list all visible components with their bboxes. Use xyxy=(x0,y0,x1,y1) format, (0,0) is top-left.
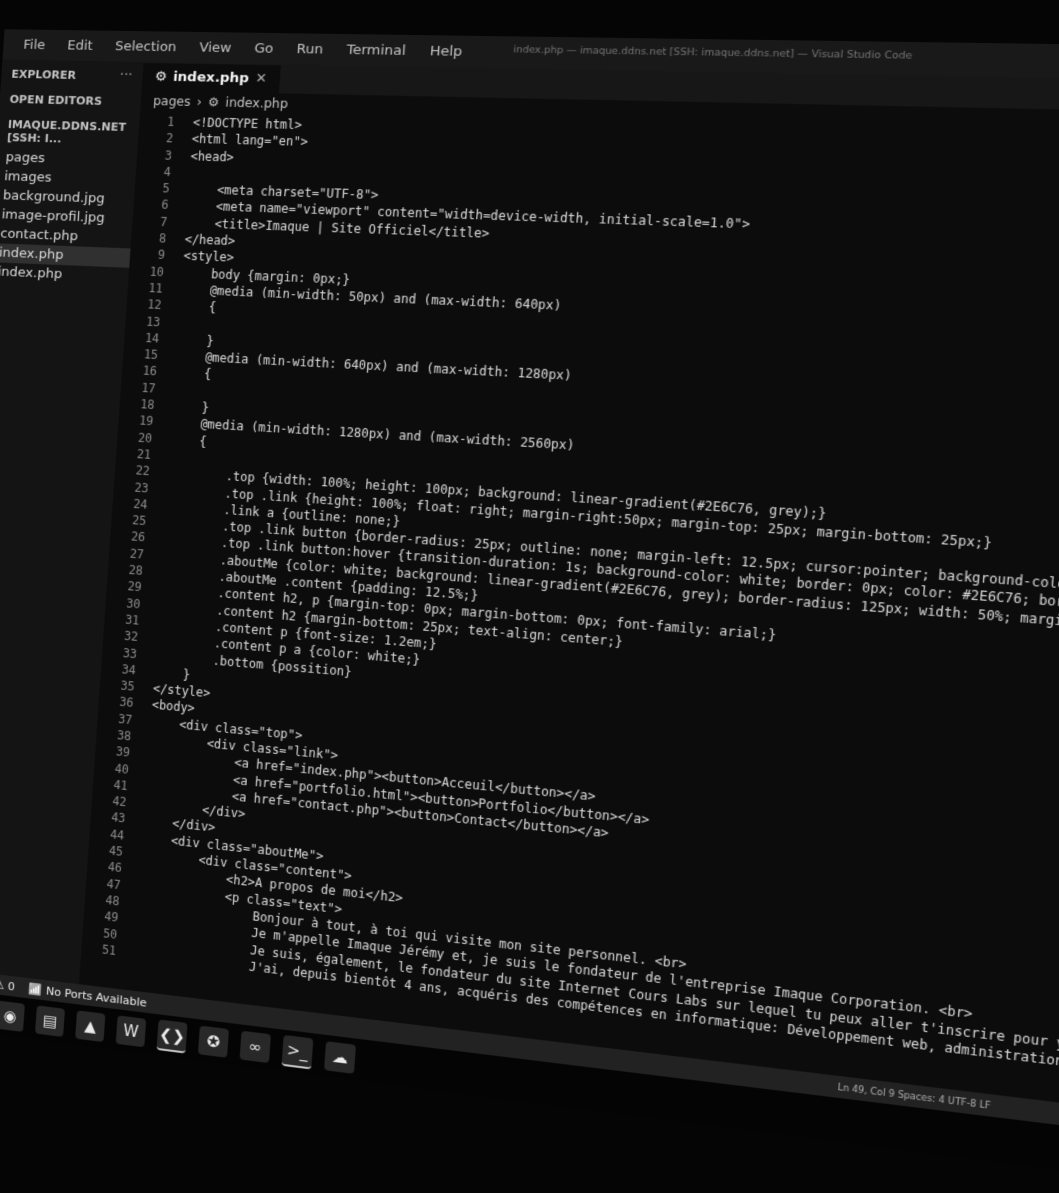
tab-label: index.php xyxy=(172,69,250,87)
breadcrumb-file[interactable]: index.php xyxy=(225,95,289,111)
php-file-icon: ⚙ xyxy=(207,94,220,110)
line-number: 6 xyxy=(160,197,170,213)
menu-item-help[interactable]: Help xyxy=(429,43,463,59)
menu-item-terminal[interactable]: Terminal xyxy=(346,42,406,59)
chevron-right-icon: › xyxy=(196,94,203,110)
breadcrumb-folder[interactable]: pages xyxy=(153,94,191,109)
close-icon[interactable]: ✕ xyxy=(255,71,268,87)
monitor-screen: File Edit Selection View Go Run Terminal Help i… xyxy=(0,29,1059,1193)
code-text: <style> xyxy=(183,248,235,266)
code-text: { xyxy=(179,298,217,315)
menu-item-edit[interactable]: Edit xyxy=(67,38,93,54)
google-drive-icon[interactable]: ▲ xyxy=(75,1010,106,1043)
word-icon[interactable]: W xyxy=(115,1015,147,1048)
line-number: 2 xyxy=(165,131,174,146)
menu-item-file[interactable]: File xyxy=(23,37,46,52)
antenna-icon: 📶 xyxy=(28,981,44,997)
tab-index-php[interactable]: ⚙ index.php ✕ xyxy=(141,62,281,94)
workspace-root[interactable]: IMAQUE.DDNS.NET [SSH: I... xyxy=(0,110,140,152)
line-number: 5 xyxy=(162,181,171,196)
code-text: <head> xyxy=(190,148,235,165)
editor-area: ⚙ index.php ✕ pages › ⚙ index.php 1 <!DOC… xyxy=(78,61,1059,1125)
visual-studio-icon[interactable]: ∞ xyxy=(239,1030,271,1064)
code-editor[interactable]: 1 <!DOCTYPE html> 2 <html lang="en"> 3 <head>… xyxy=(81,111,1059,1092)
code-text: { xyxy=(174,365,212,382)
chrome-icon[interactable]: ◉ xyxy=(0,1000,25,1032)
line-number: 7 xyxy=(159,214,168,230)
more-actions-icon[interactable]: ··· xyxy=(119,68,133,84)
terminal-icon[interactable]: >_ xyxy=(281,1034,314,1070)
open-editors-section[interactable]: OPEN EDITORS xyxy=(0,85,142,113)
line-number: 1 xyxy=(166,114,175,130)
app-icon[interactable]: ✪ xyxy=(197,1025,230,1058)
menu-item-selection[interactable]: Selection xyxy=(115,38,177,54)
menu-item-go[interactable]: Go xyxy=(254,41,274,57)
menu-item-view[interactable]: View xyxy=(199,40,232,56)
code-text: } xyxy=(177,332,215,349)
file-list: pages images background.jpg image-profil.jp… xyxy=(0,148,137,287)
menu-item-run[interactable]: Run xyxy=(296,41,324,57)
line-number: 8 xyxy=(158,231,167,246)
code-text: </head> xyxy=(184,232,236,249)
code-text: { xyxy=(170,432,208,449)
vscode-icon[interactable]: ❮❯ xyxy=(156,1019,188,1054)
problems-count[interactable]: ⊗ 0 ⚠ 0 xyxy=(0,975,15,993)
line-number: 4 xyxy=(163,164,172,180)
code-text: } xyxy=(172,398,210,416)
line-number: 3 xyxy=(164,147,173,163)
file-explorer-icon[interactable]: ▤ xyxy=(34,1005,66,1038)
line-number: 9 xyxy=(157,247,166,263)
remote-icon[interactable]: ☁ xyxy=(324,1041,357,1074)
php-file-icon: ⚙ xyxy=(154,69,168,85)
